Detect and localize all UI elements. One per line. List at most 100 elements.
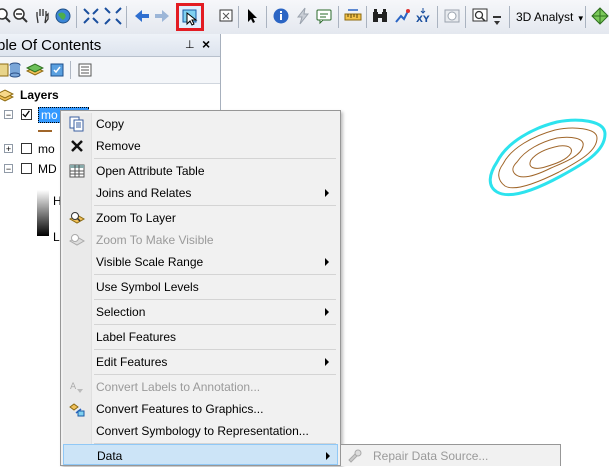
zoom-out-icon[interactable] [12,7,30,25]
menu-separator [94,158,336,159]
menu-item-label-features[interactable]: Label Features [63,326,338,348]
menu-item-label: Data [97,449,123,463]
list-by-selection-icon[interactable] [48,61,66,79]
menu-item-label: Joins and Relates [96,186,192,200]
full-extent-icon[interactable] [54,7,72,25]
submenu-arrow-icon [325,258,329,266]
toc-title-bar: ble Of Contents ⊥ × [0,34,220,57]
repair-data-source-icon [347,448,363,464]
zoom-in-icon[interactable] [0,7,12,25]
menu-item-data[interactable]: Data [63,444,338,465]
expand-icon[interactable]: + [4,144,13,154]
toolbar-overflow-icon[interactable] [493,16,501,28]
menu-item-label: Open Attribute Table [96,164,205,178]
menu-item-remove[interactable]: Remove [63,135,338,157]
menu-item-label: Zoom To Layer [96,211,176,225]
fixed-zoom-in-icon[interactable] [82,7,100,25]
toolbar-separator [76,6,77,28]
magnifier-icon[interactable] [471,7,489,25]
clear-selection-icon[interactable] [218,7,236,25]
menu-item-zoom-to-layer[interactable]: Zoom To Layer [63,207,338,229]
html-popup-icon[interactable] [315,7,333,25]
3d-analyst-label: 3D Analyst [516,10,574,24]
3d-analyst-dropdown[interactable]: 3D Analyst ▼ [516,10,585,24]
menu-item-selection[interactable]: Selection [63,301,338,323]
menu-separator [94,374,336,375]
menu-separator [94,205,336,206]
menu-item-label: Zoom To Make Visible [96,233,214,247]
submenu-arrow-icon [325,308,329,316]
toc-root-layers[interactable]: Layers [0,86,215,104]
toolbar-separator [266,6,267,28]
back-icon[interactable] [133,7,151,25]
menu-item-edit-features[interactable]: Edit Features [63,351,338,373]
contour-line [529,145,572,169]
menu-separator [94,324,336,325]
forward-icon[interactable] [153,7,171,25]
menu-item-repair-data-source: Repair Data Source... [373,449,489,463]
menu-item-use-symbol-levels[interactable]: Use Symbol Levels [63,276,338,298]
menu-item-label: Convert Labels to Annotation... [96,380,261,394]
menu-item-joins-and-relates[interactable]: Joins and Relates [63,182,338,204]
copy-icon [69,116,85,132]
data-submenu: Repair Data Source... [340,444,561,466]
table-icon [69,163,85,179]
remove-icon [69,138,85,154]
menu-item-copy[interactable]: Copy [63,113,338,135]
find-route-icon[interactable] [393,7,411,25]
menu-item-label: Convert Symbology to Representation... [96,424,309,438]
chevron-down-icon: ▼ [576,14,585,23]
submenu-arrow-icon [325,358,329,366]
layer-visibility-checkbox[interactable] [21,143,32,154]
list-by-visibility-icon[interactable] [25,61,45,79]
menu-item-open-attribute-table[interactable]: Open Attribute Table [63,160,338,182]
submenu-arrow-icon [325,189,329,197]
select-elements-icon[interactable] [244,7,262,25]
convert-features-icon [69,401,85,417]
svg-text:XY: XY [416,15,430,25]
legend-low-label: L [53,230,60,244]
toc-title: ble Of Contents [0,37,102,54]
menu-item-visible-scale-range[interactable]: Visible Scale Range [63,251,338,273]
toc-toolbar-separator [70,61,71,79]
pin-icon[interactable]: ⊥ [185,38,195,51]
toolbar-separator [437,6,438,28]
toolbar-separator [366,6,367,28]
menu-item-label: Use Symbol Levels [96,280,199,294]
toolbar-separator [126,6,127,28]
identify-icon[interactable] [272,7,290,25]
create-tin-icon[interactable] [591,7,609,25]
submenu-arrow-icon [326,452,330,460]
menu-item-convert-features-to-graphics[interactable]: Convert Features to Graphics... [63,398,338,420]
options-icon[interactable] [76,61,94,79]
layers-label: Layers [20,88,59,102]
list-by-source-icon[interactable] [6,61,24,79]
zoom-visible-icon [68,232,86,248]
menu-item-label: Label Features [96,330,177,344]
select-features-icon[interactable] [181,8,199,26]
pan-icon[interactable] [33,7,51,25]
layer-visibility-checkbox[interactable] [21,163,32,174]
menu-item-label: Edit Features [96,355,168,369]
collapse-icon[interactable]: − [4,164,13,174]
toolbar-separator [509,6,510,28]
go-to-xy-icon[interactable]: XY [414,7,432,25]
layer-name[interactable]: MD [38,162,57,176]
raster-legend-ramp [37,190,49,236]
collapse-icon[interactable]: − [4,110,13,120]
layer-name[interactable]: mo [38,142,55,156]
time-slider-icon[interactable] [443,7,461,25]
layer-visibility-checkbox[interactable] [21,109,32,120]
menu-item-convert-symbology-to-representation[interactable]: Convert Symbology to Representation... [63,420,338,442]
menu-item-label: Convert Features to Graphics... [96,402,264,416]
layers-icon [0,87,15,106]
menu-separator [94,299,336,300]
measure-icon[interactable] [344,7,362,25]
fixed-zoom-out-icon[interactable] [104,7,122,25]
hyperlink-icon[interactable] [294,7,312,25]
toolbar-separator [238,6,239,28]
close-icon[interactable]: × [202,36,210,52]
find-icon[interactable] [371,7,389,25]
menu-item-zoom-to-make-visible: Zoom To Make Visible [63,229,338,251]
toolbar-separator [465,6,466,28]
